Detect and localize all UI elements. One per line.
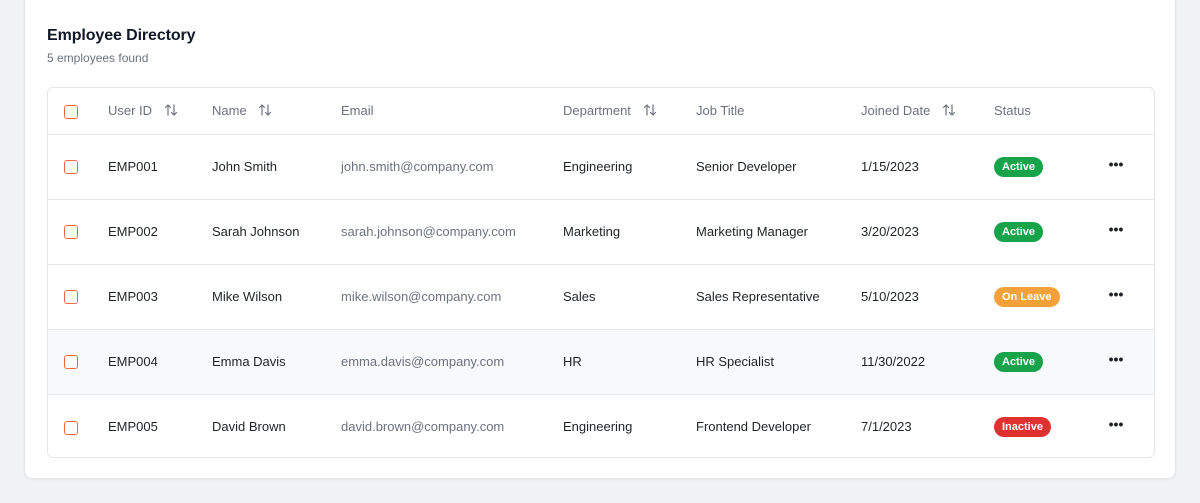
row-checkbox[interactable] — [64, 420, 78, 435]
page-title: Employee Directory — [47, 27, 196, 44]
table-header-row: User ID Name Email Department Job Title … — [48, 88, 1154, 134]
department-cell: HR — [563, 354, 582, 369]
user-id-cell: EMP005 — [108, 419, 158, 435]
job-title-cell: Sales Representative — [696, 289, 820, 304]
more-horizontal-icon[interactable]: ••• — [1104, 222, 1128, 242]
name-cell: Emma Davis — [212, 354, 286, 369]
department-cell: Engineering — [563, 419, 633, 435]
job-title-cell: Senior Developer — [696, 159, 797, 174]
status-badge: Active — [994, 351, 1044, 372]
name-cell: Sarah Johnson — [212, 224, 300, 239]
result-count: 5 employees found — [47, 51, 149, 65]
job-title-cell: HR Specialist — [696, 354, 775, 369]
user-id-cell: EMP003 — [108, 289, 158, 304]
joined-date-cell: 5/10/2023 — [861, 289, 919, 304]
joined-date-cell: 1/15/2023 — [861, 159, 919, 174]
column-header-email: Email — [341, 103, 374, 119]
department-cell: Sales — [563, 289, 596, 304]
joined-date-cell: 11/30/2022 — [861, 354, 926, 369]
table-row[interactable]: EMP002 Sarah Johnson sarah.johnson@compa… — [48, 199, 1154, 264]
joined-date-cell: 7/1/2023 — [861, 419, 912, 435]
column-header-joined-date[interactable]: Joined Date — [861, 88, 994, 134]
status-badge: Inactive — [994, 416, 1051, 437]
name-cell: David Brown — [212, 419, 286, 435]
table-row[interactable]: EMP003 Mike Wilson mike.wilson@company.c… — [48, 264, 1154, 329]
status-badge: Active — [994, 156, 1044, 177]
email-cell: mike.wilson@company.com — [341, 289, 502, 304]
row-checkbox[interactable] — [64, 355, 78, 370]
name-cell: Mike Wilson — [212, 289, 283, 304]
sort-arrows-icon[interactable] — [942, 104, 956, 119]
table-row[interactable]: EMP001 John Smith john.smith@company.com… — [48, 134, 1154, 199]
row-checkbox[interactable] — [64, 225, 78, 240]
user-id-cell: EMP002 — [108, 224, 158, 239]
name-cell: John Smith — [212, 159, 278, 174]
joined-date-cell: 3/20/2023 — [861, 224, 919, 239]
employee-directory-card: Employee Directory 5 employees found Use… — [24, 0, 1176, 479]
email-cell: david.brown@company.com — [341, 419, 505, 435]
row-checkbox[interactable] — [64, 290, 78, 305]
sort-arrows-icon[interactable] — [643, 104, 657, 119]
more-horizontal-icon[interactable]: ••• — [1104, 352, 1128, 372]
email-cell: sarah.johnson@company.com — [341, 224, 516, 239]
more-horizontal-icon[interactable]: ••• — [1104, 417, 1128, 437]
job-title-cell: Marketing Manager — [696, 224, 808, 239]
column-header-name[interactable]: Name — [212, 88, 341, 134]
user-id-cell: EMP001 — [108, 159, 158, 174]
email-cell: john.smith@company.com — [341, 159, 494, 174]
column-header-department[interactable]: Department — [563, 88, 696, 134]
email-cell: emma.davis@company.com — [341, 354, 505, 369]
job-title-cell: Frontend Developer — [696, 419, 811, 435]
column-header-user-id[interactable]: User ID — [108, 88, 212, 134]
card-header: Employee Directory 5 employees found — [47, 27, 196, 65]
more-horizontal-icon[interactable]: ••• — [1104, 287, 1128, 307]
status-badge: Active — [994, 221, 1044, 242]
row-checkbox[interactable] — [64, 160, 78, 175]
department-cell: Engineering — [563, 159, 633, 174]
sort-arrows-icon[interactable] — [164, 104, 178, 119]
department-cell: Marketing — [563, 224, 621, 239]
sort-arrows-icon[interactable] — [258, 104, 272, 119]
status-badge: On Leave — [994, 286, 1060, 307]
more-horizontal-icon[interactable]: ••• — [1104, 157, 1128, 177]
column-header-job-title: Job Title — [696, 103, 745, 119]
user-id-cell: EMP004 — [108, 354, 158, 369]
column-header-status: Status — [994, 103, 1031, 119]
table-row[interactable]: EMP005 David Brown david.brown@company.c… — [48, 394, 1154, 457]
table-row[interactable]: EMP004 Emma Davis emma.davis@company.com… — [48, 329, 1154, 394]
employee-table: User ID Name Email Department Job Title … — [47, 87, 1155, 458]
select-all-checkbox[interactable] — [64, 104, 78, 119]
